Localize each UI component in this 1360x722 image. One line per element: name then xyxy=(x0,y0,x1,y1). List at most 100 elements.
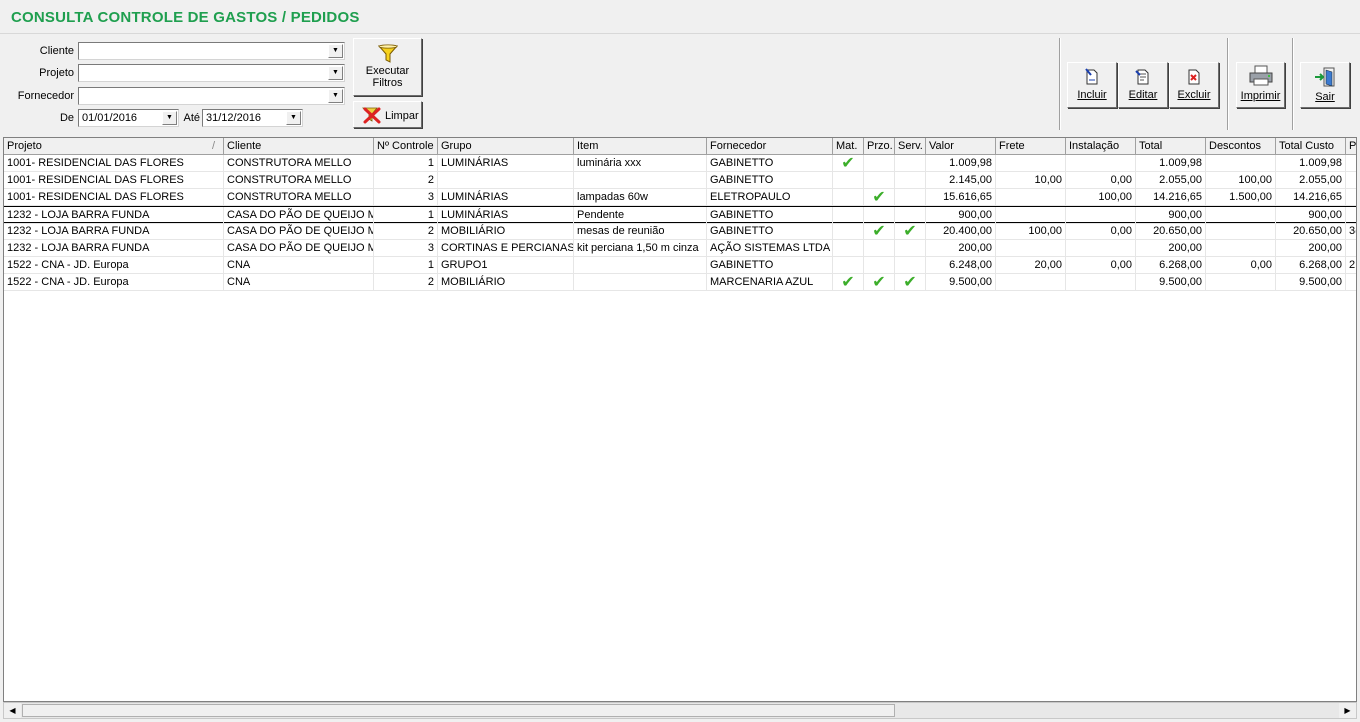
column-header-frete[interactable]: Frete xyxy=(996,138,1066,155)
cell-serv: ✔ xyxy=(895,274,926,291)
sair-button[interactable]: Sair xyxy=(1300,62,1350,108)
cliente-select[interactable]: ▼ xyxy=(78,42,345,60)
date-to-picker[interactable]: 31/12/2016 ▼ xyxy=(202,109,303,127)
fornecedor-select[interactable]: ▼ xyxy=(78,87,345,105)
column-header-total[interactable]: Total xyxy=(1136,138,1206,155)
cell-projeto: 1001- RESIDENCIAL DAS FLORES xyxy=(4,189,224,206)
cell-total-custo: 6.268,00 xyxy=(1276,257,1346,274)
editar-label: Editar xyxy=(1128,89,1158,101)
executar-filtros-button[interactable]: Executar Filtros xyxy=(353,38,422,96)
cell-grupo: MOBILIÁRIO xyxy=(438,274,574,291)
column-header-descontos[interactable]: Descontos xyxy=(1206,138,1276,155)
cell-serv xyxy=(895,207,926,224)
column-header-valor[interactable]: Valor xyxy=(926,138,996,155)
cell-p xyxy=(1346,240,1356,257)
scrollbar-thumb[interactable] xyxy=(22,704,895,717)
imprimir-label: Imprimir xyxy=(1240,90,1281,102)
column-header-grupo[interactable]: Grupo xyxy=(438,138,574,155)
cell-item: kit perciana 1,50 m cinza xyxy=(574,240,707,257)
cell-cliente: CNA xyxy=(224,257,374,274)
edit-document-icon xyxy=(1135,69,1149,85)
column-header-item[interactable]: Item xyxy=(574,138,707,155)
table-row[interactable]: 1522 - CNA - JD. Europa CNA 2 MOBILIÁRIO MAR… xyxy=(4,274,1356,291)
incluir-button[interactable]: Incluir xyxy=(1067,62,1117,108)
column-header-n-controle[interactable]: Nº Controle xyxy=(374,138,438,155)
cell-total-custo: 1.009,98 xyxy=(1276,155,1346,172)
column-header-total-custo[interactable]: Total Custo xyxy=(1276,138,1346,155)
column-header-projeto[interactable]: Projeto / xyxy=(4,138,224,155)
clear-filter-icon xyxy=(362,107,381,124)
table-row[interactable]: 1232 - LOJA BARRA FUNDA CASA DO PÃO DE QU… xyxy=(4,223,1356,240)
column-header-cliente[interactable]: Cliente xyxy=(224,138,374,155)
cell-descontos xyxy=(1206,155,1276,172)
scroll-left-icon[interactable]: ◀ xyxy=(4,703,21,718)
cell-fornecedor: GABINETTO xyxy=(707,257,833,274)
excluir-button[interactable]: Excluir xyxy=(1169,62,1219,108)
cell-mat xyxy=(833,189,864,206)
sort-indicator-icon: / xyxy=(211,140,215,152)
cell-projeto: 1522 - CNA - JD. Europa xyxy=(4,274,224,291)
cell-przo: ✔ xyxy=(864,274,895,291)
cell-grupo: GRUPO1 xyxy=(438,257,574,274)
cell-cliente: CNA xyxy=(224,274,374,291)
column-header-serv[interactable]: Serv. xyxy=(895,138,926,155)
column-header-przo[interactable]: Przo. xyxy=(864,138,895,155)
checkmark-icon: ✔ xyxy=(872,189,886,206)
cell-n-controle: 1 xyxy=(374,207,438,224)
chevron-down-icon[interactable]: ▼ xyxy=(328,89,343,103)
cell-mat xyxy=(833,172,864,189)
date-to-value: 31/12/2016 xyxy=(206,112,262,124)
table-row[interactable]: 1001- RESIDENCIAL DAS FLORES CONSTRUTORA … xyxy=(4,155,1356,172)
limpar-button[interactable]: Limpar xyxy=(353,101,422,128)
editar-button[interactable]: Editar xyxy=(1118,62,1168,108)
cell-instalacao xyxy=(1066,274,1136,291)
cell-instalacao xyxy=(1066,207,1136,224)
cell-valor: 15.616,65 xyxy=(926,189,996,206)
cell-item: lampadas 60w xyxy=(574,189,707,206)
table-row[interactable]: 1001- RESIDENCIAL DAS FLORES CONSTRUTORA … xyxy=(4,189,1356,206)
cell-descontos: 0,00 xyxy=(1206,257,1276,274)
scroll-right-icon[interactable]: ▶ xyxy=(1339,703,1356,718)
cell-p xyxy=(1346,274,1356,291)
cell-mat: ✔ xyxy=(833,155,864,172)
chevron-down-icon[interactable]: ▼ xyxy=(328,66,343,80)
cell-przo xyxy=(864,172,895,189)
table-row[interactable]: 1232 - LOJA BARRA FUNDA CASA DO PÃO DE QU… xyxy=(4,240,1356,257)
cell-p: 2 xyxy=(1346,257,1356,274)
cell-fornecedor: GABINETTO xyxy=(707,223,833,240)
results-grid[interactable]: Projeto / Cliente Nº Controle Grupo Item Forne… xyxy=(3,137,1357,702)
table-row[interactable]: 1522 - CNA - JD. Europa CNA 1 GRUPO1 GABINET… xyxy=(4,257,1356,274)
cell-grupo: MOBILIÁRIO xyxy=(438,223,574,240)
cell-przo xyxy=(864,207,895,224)
cell-fornecedor: GABINETTO xyxy=(707,155,833,172)
title-bar: CONSULTA CONTROLE DE GASTOS / PEDIDOS xyxy=(0,0,1360,34)
cell-total: 900,00 xyxy=(1136,207,1206,224)
page-title: CONSULTA CONTROLE DE GASTOS / PEDIDOS xyxy=(11,9,360,26)
cell-serv xyxy=(895,155,926,172)
cell-grupo: LUMINÁRIAS xyxy=(438,207,574,224)
cell-valor: 20.400,00 xyxy=(926,223,996,240)
cell-valor: 9.500,00 xyxy=(926,274,996,291)
cell-total-custo: 2.055,00 xyxy=(1276,172,1346,189)
column-header-mat[interactable]: Mat. xyxy=(833,138,864,155)
cell-grupo xyxy=(438,172,574,189)
table-row[interactable]: 1001- RESIDENCIAL DAS FLORES CONSTRUTORA … xyxy=(4,172,1356,189)
cell-cliente: CASA DO PÃO DE QUEIJO MA xyxy=(224,223,374,240)
toolbar-separator xyxy=(1227,38,1229,130)
horizontal-scrollbar[interactable]: ◀ ▶ xyxy=(3,702,1357,719)
cell-n-controle: 1 xyxy=(374,257,438,274)
column-header-p[interactable]: P xyxy=(1346,138,1356,155)
chevron-down-icon[interactable]: ▼ xyxy=(328,44,343,58)
column-header-fornecedor[interactable]: Fornecedor xyxy=(707,138,833,155)
cell-cliente: CASA DO PÃO DE QUEIJO MA xyxy=(224,240,374,257)
cell-frete: 10,00 xyxy=(996,172,1066,189)
cell-p xyxy=(1346,189,1356,206)
calendar-dropdown-icon[interactable]: ▼ xyxy=(286,111,301,125)
cell-p xyxy=(1346,207,1356,224)
column-header-instalacao[interactable]: Instalação xyxy=(1066,138,1136,155)
cell-total: 20.650,00 xyxy=(1136,223,1206,240)
date-from-value: 01/01/2016 xyxy=(82,112,138,124)
projeto-select[interactable]: ▼ xyxy=(78,64,345,82)
table-row[interactable]: 1232 - LOJA BARRA FUNDA CASA DO PÃO DE QU… xyxy=(4,206,1356,224)
imprimir-button[interactable]: Imprimir xyxy=(1236,62,1285,108)
